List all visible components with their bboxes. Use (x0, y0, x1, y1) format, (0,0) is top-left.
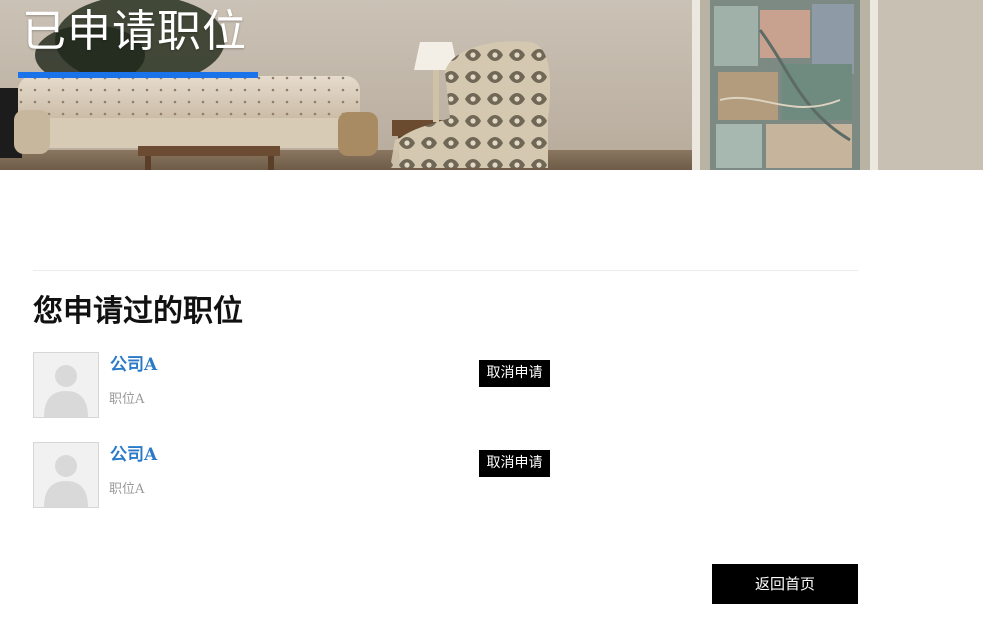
position-label: 职位A (109, 392, 145, 407)
person-silhouette-icon (34, 443, 98, 507)
cancel-application-button[interactable]: 取消申请 (479, 360, 550, 387)
avatar (33, 442, 99, 508)
return-home-button[interactable]: 返回首页 (712, 564, 858, 604)
cancel-application-button[interactable]: 取消申请 (479, 450, 550, 477)
person-silhouette-icon (34, 353, 98, 417)
company-link[interactable]: 公司A (110, 353, 157, 377)
section-divider (33, 270, 858, 271)
page-title: 已申请职位 (22, 6, 247, 57)
section-heading: 您申请过的职位 (33, 294, 243, 329)
position-label: 职位A (109, 482, 145, 497)
page: 已申请职位 您申请过的职位 公司A 职位A 取消申请 公司A 职位A 取消申请 … (0, 0, 983, 619)
list-item: 公司A 职位A 取消申请 (33, 352, 633, 418)
company-link[interactable]: 公司A (110, 443, 157, 467)
avatar (33, 352, 99, 418)
list-item: 公司A 职位A 取消申请 (33, 442, 633, 508)
title-underline (18, 72, 258, 78)
header-banner: 已申请职位 (0, 0, 983, 170)
